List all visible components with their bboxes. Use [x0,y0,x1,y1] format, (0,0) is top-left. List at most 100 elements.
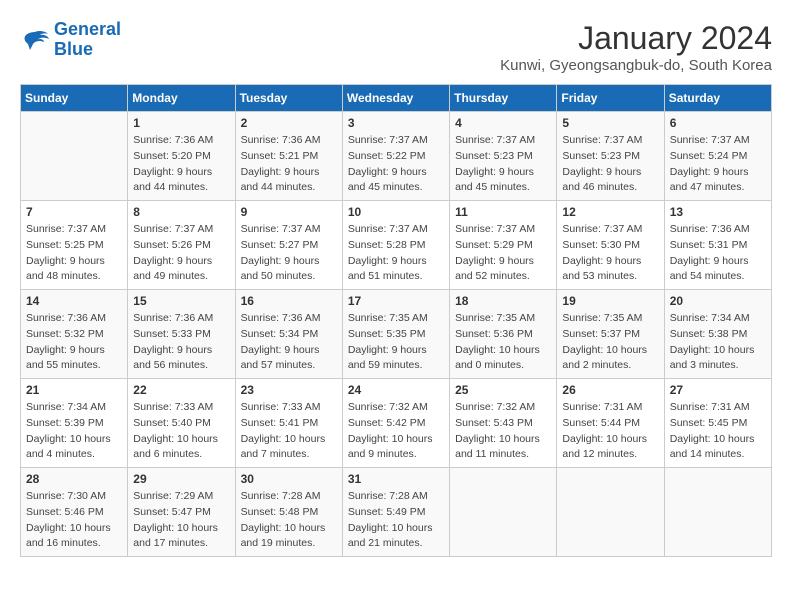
day-number: 30 [241,472,337,486]
day-number: 27 [670,383,766,397]
calendar-cell: 1 Sunrise: 7:36 AMSunset: 5:20 PMDaylight… [128,112,235,201]
weekday-header-thursday: Thursday [450,85,557,112]
calendar-cell: 13Sunrise: 7:36 AMSunset: 5:31 PMDayligh… [664,201,771,290]
day-number: 24 [348,383,444,397]
day-number: 14 [26,294,122,308]
day-info: Sunrise: 7:37 AMSunset: 5:22 PMDaylight:… [348,133,444,196]
logo-icon [20,28,50,52]
calendar-cell: 4 Sunrise: 7:37 AMSunset: 5:23 PMDaylight… [450,112,557,201]
day-info: Sunrise: 7:37 AMSunset: 5:24 PMDaylight:… [670,133,766,196]
calendar-cell [557,468,664,557]
day-number: 22 [133,383,229,397]
calendar-cell: 18 Sunrise: 7:35 AMSunset: 5:36 PMDayligh… [450,290,557,379]
day-number: 4 [455,116,551,130]
calendar-cell: 26 Sunrise: 7:31 AMSunset: 5:44 PMDayligh… [557,379,664,468]
day-info: Sunrise: 7:31 AMSunset: 5:45 PMDaylight:… [670,400,766,463]
calendar-cell [21,112,128,201]
calendar-cell: 14 Sunrise: 7:36 AMSunset: 5:32 PMDayligh… [21,290,128,379]
day-info: Sunrise: 7:37 AMSunset: 5:30 PMDaylight:… [562,222,658,285]
day-number: 23 [241,383,337,397]
day-number: 6 [670,116,766,130]
calendar-cell: 28 Sunrise: 7:30 AMSunset: 5:46 PMDayligh… [21,468,128,557]
day-info: Sunrise: 7:31 AMSunset: 5:44 PMDaylight:… [562,400,658,463]
day-number: 29 [133,472,229,486]
calendar-cell: 10 Sunrise: 7:37 AMSunset: 5:28 PMDayligh… [342,201,449,290]
page-header: General Blue January 2024 Kunwi, Gyeongs… [20,20,772,74]
day-number: 15 [133,294,229,308]
day-info: Sunrise: 7:36 AMSunset: 5:31 PMDaylight:… [670,222,766,285]
day-info: Sunrise: 7:37 AMSunset: 5:23 PMDaylight:… [562,133,658,196]
day-number: 25 [455,383,551,397]
day-info: Sunrise: 7:37 AMSunset: 5:27 PMDaylight:… [241,222,337,285]
calendar-cell: 2Sunrise: 7:36 AMSunset: 5:21 PMDaylight… [235,112,342,201]
calendar-cell: 20Sunrise: 7:34 AMSunset: 5:38 PMDayligh… [664,290,771,379]
day-info: Sunrise: 7:36 AMSunset: 5:32 PMDaylight:… [26,311,122,374]
subtitle: Kunwi, Gyeongsangbuk-do, South Korea [500,57,772,74]
day-info: Sunrise: 7:33 AMSunset: 5:41 PMDaylight:… [241,400,337,463]
calendar-cell: 22 Sunrise: 7:33 AMSunset: 5:40 PMDayligh… [128,379,235,468]
weekday-header-friday: Friday [557,85,664,112]
logo: General Blue [20,20,121,60]
day-info: Sunrise: 7:32 AMSunset: 5:43 PMDaylight:… [455,400,551,463]
calendar-cell: 6 Sunrise: 7:37 AMSunset: 5:24 PMDaylight… [664,112,771,201]
calendar-cell: 29Sunrise: 7:29 AMSunset: 5:47 PMDayligh… [128,468,235,557]
calendar-cell: 7 Sunrise: 7:37 AMSunset: 5:25 PMDaylight… [21,201,128,290]
calendar-cell: 27 Sunrise: 7:31 AMSunset: 5:45 PMDayligh… [664,379,771,468]
calendar-cell [664,468,771,557]
day-info: Sunrise: 7:37 AMSunset: 5:23 PMDaylight:… [455,133,551,196]
day-info: Sunrise: 7:37 AMSunset: 5:29 PMDaylight:… [455,222,551,285]
day-info: Sunrise: 7:32 AMSunset: 5:42 PMDaylight:… [348,400,444,463]
calendar-cell: 17Sunrise: 7:35 AMSunset: 5:35 PMDayligh… [342,290,449,379]
day-info: Sunrise: 7:37 AMSunset: 5:26 PMDaylight:… [133,222,229,285]
weekday-header-tuesday: Tuesday [235,85,342,112]
calendar-cell: 11 Sunrise: 7:37 AMSunset: 5:29 PMDayligh… [450,201,557,290]
calendar-cell: 23 Sunrise: 7:33 AMSunset: 5:41 PMDayligh… [235,379,342,468]
day-number: 31 [348,472,444,486]
day-info: Sunrise: 7:36 AMSunset: 5:34 PMDaylight:… [241,311,337,374]
calendar-cell: 30 Sunrise: 7:28 AMSunset: 5:48 PMDayligh… [235,468,342,557]
calendar-cell: 5Sunrise: 7:37 AMSunset: 5:23 PMDaylight… [557,112,664,201]
day-info: Sunrise: 7:35 AMSunset: 5:36 PMDaylight:… [455,311,551,374]
calendar-cell: 19Sunrise: 7:35 AMSunset: 5:37 PMDayligh… [557,290,664,379]
day-number: 19 [562,294,658,308]
calendar-cell: 8 Sunrise: 7:37 AMSunset: 5:26 PMDaylight… [128,201,235,290]
day-number: 11 [455,205,551,219]
day-info: Sunrise: 7:37 AMSunset: 5:28 PMDaylight:… [348,222,444,285]
calendar-cell: 31 Sunrise: 7:28 AMSunset: 5:49 PMDayligh… [342,468,449,557]
day-info: Sunrise: 7:34 AMSunset: 5:39 PMDaylight:… [26,400,122,463]
day-info: Sunrise: 7:28 AMSunset: 5:48 PMDaylight:… [241,489,337,552]
calendar-table: SundayMondayTuesdayWednesdayThursdayFrid… [20,84,772,557]
calendar-cell: 21 Sunrise: 7:34 AMSunset: 5:39 PMDayligh… [21,379,128,468]
title-section: January 2024 Kunwi, Gyeongsangbuk-do, So… [500,20,772,74]
day-number: 1 [133,116,229,130]
day-number: 7 [26,205,122,219]
weekday-header-wednesday: Wednesday [342,85,449,112]
day-info: Sunrise: 7:37 AMSunset: 5:25 PMDaylight:… [26,222,122,285]
day-info: Sunrise: 7:33 AMSunset: 5:40 PMDaylight:… [133,400,229,463]
weekday-header-sunday: Sunday [21,85,128,112]
weekday-header-monday: Monday [128,85,235,112]
day-number: 28 [26,472,122,486]
day-number: 16 [241,294,337,308]
calendar-cell [450,468,557,557]
main-title: January 2024 [500,20,772,57]
day-number: 2 [241,116,337,130]
day-info: Sunrise: 7:36 AMSunset: 5:20 PMDaylight:… [133,133,229,196]
day-info: Sunrise: 7:30 AMSunset: 5:46 PMDaylight:… [26,489,122,552]
day-number: 8 [133,205,229,219]
day-number: 3 [348,116,444,130]
day-info: Sunrise: 7:34 AMSunset: 5:38 PMDaylight:… [670,311,766,374]
weekday-header-saturday: Saturday [664,85,771,112]
day-number: 21 [26,383,122,397]
day-number: 12 [562,205,658,219]
day-number: 17 [348,294,444,308]
calendar-cell: 25 Sunrise: 7:32 AMSunset: 5:43 PMDayligh… [450,379,557,468]
calendar-cell: 9Sunrise: 7:37 AMSunset: 5:27 PMDaylight… [235,201,342,290]
day-number: 18 [455,294,551,308]
calendar-cell: 3 Sunrise: 7:37 AMSunset: 5:22 PMDaylight… [342,112,449,201]
calendar-cell: 16 Sunrise: 7:36 AMSunset: 5:34 PMDayligh… [235,290,342,379]
day-info: Sunrise: 7:28 AMSunset: 5:49 PMDaylight:… [348,489,444,552]
day-number: 10 [348,205,444,219]
day-number: 26 [562,383,658,397]
calendar-cell: 15Sunrise: 7:36 AMSunset: 5:33 PMDayligh… [128,290,235,379]
